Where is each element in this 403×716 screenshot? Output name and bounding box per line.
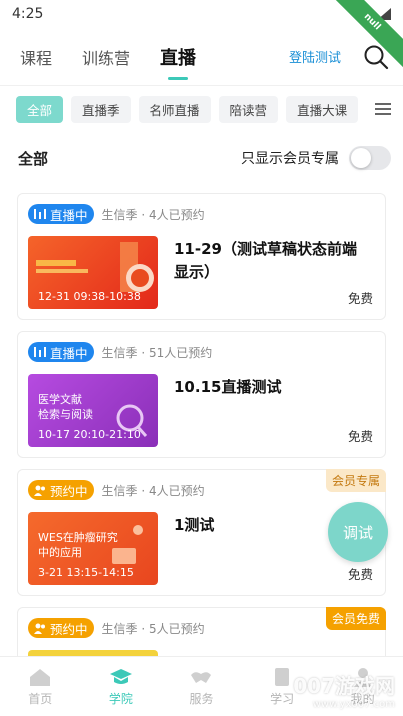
- card-meta: 生信季 · 4人已预约: [101, 483, 205, 498]
- status-label: 直播中: [50, 345, 88, 361]
- vip-tag: 会员专属: [325, 469, 386, 492]
- debug-button[interactable]: 调试: [328, 502, 388, 562]
- status-label: 预约中: [50, 621, 88, 637]
- handshake-icon: [191, 671, 212, 683]
- status-badge: 预约中: [28, 618, 94, 638]
- section-header: 全部 只显示会员专属: [0, 132, 403, 184]
- watermark: 007游戏网 www.yx007.com: [293, 674, 395, 710]
- vip-only-toggle[interactable]: [349, 146, 391, 170]
- card-header: 直播中 生信季 · 4人已预约: [28, 204, 205, 224]
- section-title: 全部: [18, 149, 49, 168]
- chip-famous-teacher[interactable]: 名师直播: [138, 95, 211, 123]
- live-bars-icon: [34, 209, 46, 219]
- live-card[interactable]: 直播中 生信季 · 51人已预约 医学文献 检索与阅读 10-17 20:10-…: [17, 331, 386, 458]
- login-test-link[interactable]: 登陆测试: [289, 47, 341, 66]
- nav-home[interactable]: 首页: [0, 657, 81, 716]
- status-label: 直播中: [50, 207, 88, 223]
- users-icon: [34, 623, 45, 634]
- card-meta: 生信季 · 4人已预约: [101, 207, 205, 222]
- home-icon: [30, 668, 51, 686]
- card-title: 10.15直播测试: [174, 378, 282, 396]
- nav-label: 首页: [28, 691, 53, 706]
- status-label: 预约中: [50, 483, 88, 499]
- vip-only-filter: 只显示会员专属: [241, 146, 391, 170]
- card-price: 免费: [347, 429, 373, 444]
- card-thumbnail: 医学文献 检索与阅读 10-17 20:10-21:10: [28, 374, 158, 447]
- thumb-text: WES在肿瘤研究 中的应用: [38, 531, 118, 559]
- search-icon[interactable]: [363, 44, 389, 70]
- nav-label: 学习: [270, 691, 295, 706]
- toggle-knob: [351, 148, 371, 168]
- card-price: 免费: [347, 291, 373, 306]
- card-title: 11-29（测试草稿状态前端显示）: [174, 240, 357, 281]
- vip-tag: 会员免费: [325, 607, 386, 630]
- card-thumbnail: 12-31 09:38-10:38: [28, 236, 158, 309]
- card-meta: 生信季 · 5人已预约: [101, 621, 205, 636]
- thumb-time: 3-21 13:15-14:15: [38, 566, 134, 579]
- status-badge: 直播中: [28, 204, 94, 224]
- chip-live-season[interactable]: 直播季: [71, 95, 131, 123]
- tab-training-camp[interactable]: 训练营: [82, 45, 130, 69]
- live-bars-icon: [34, 347, 46, 357]
- nav-label: 学院: [108, 691, 133, 706]
- nav-academy[interactable]: 学院: [81, 657, 162, 716]
- chip-reading-camp[interactable]: 陪读营: [218, 95, 279, 123]
- nav-service[interactable]: 服务: [161, 657, 242, 716]
- card-meta: 生信季 · 51人已预约: [101, 345, 213, 360]
- card-header: 直播中 生信季 · 51人已预约: [28, 342, 212, 362]
- card-header: 预约中 生信季 · 4人已预约: [28, 480, 205, 500]
- status-badge: 预约中: [28, 480, 94, 500]
- nav-label: 服务: [189, 691, 214, 706]
- users-icon: [34, 485, 45, 496]
- tab-live[interactable]: 直播: [160, 44, 196, 70]
- chip-live-big-class[interactable]: 直播大课: [286, 95, 359, 123]
- thumb-time: 12-31 09:38-10:38: [38, 290, 141, 303]
- card-price: 免费: [347, 567, 373, 582]
- graduation-cap-icon: [109, 668, 132, 684]
- book-icon: [275, 667, 290, 686]
- live-card[interactable]: 直播中 生信季 · 4人已预约 12-31 09:38-10:38 11-29（…: [17, 193, 386, 320]
- vip-only-label: 只显示会员专属: [241, 151, 339, 167]
- thumb-text: 医学文献 检索与阅读: [38, 393, 93, 421]
- tab-courses[interactable]: 课程: [20, 45, 52, 69]
- card-thumbnail: WES在肿瘤研究 中的应用 3-21 13:15-14:15: [28, 512, 158, 585]
- status-time: 4:25: [12, 6, 44, 22]
- menu-icon[interactable]: [363, 86, 403, 132]
- chip-all[interactable]: 全部: [16, 95, 64, 123]
- thumb-time: 10-17 20:10-21:10: [38, 428, 141, 441]
- card-header: 预约中 生信季 · 5人已预约: [28, 618, 205, 638]
- status-badge: 直播中: [28, 342, 94, 362]
- filter-chip-bar: 全部 直播季 名师直播 陪读营 直播大课: [0, 86, 403, 132]
- top-tab-bar: 课程 训练营 直播 登陆测试: [0, 28, 403, 86]
